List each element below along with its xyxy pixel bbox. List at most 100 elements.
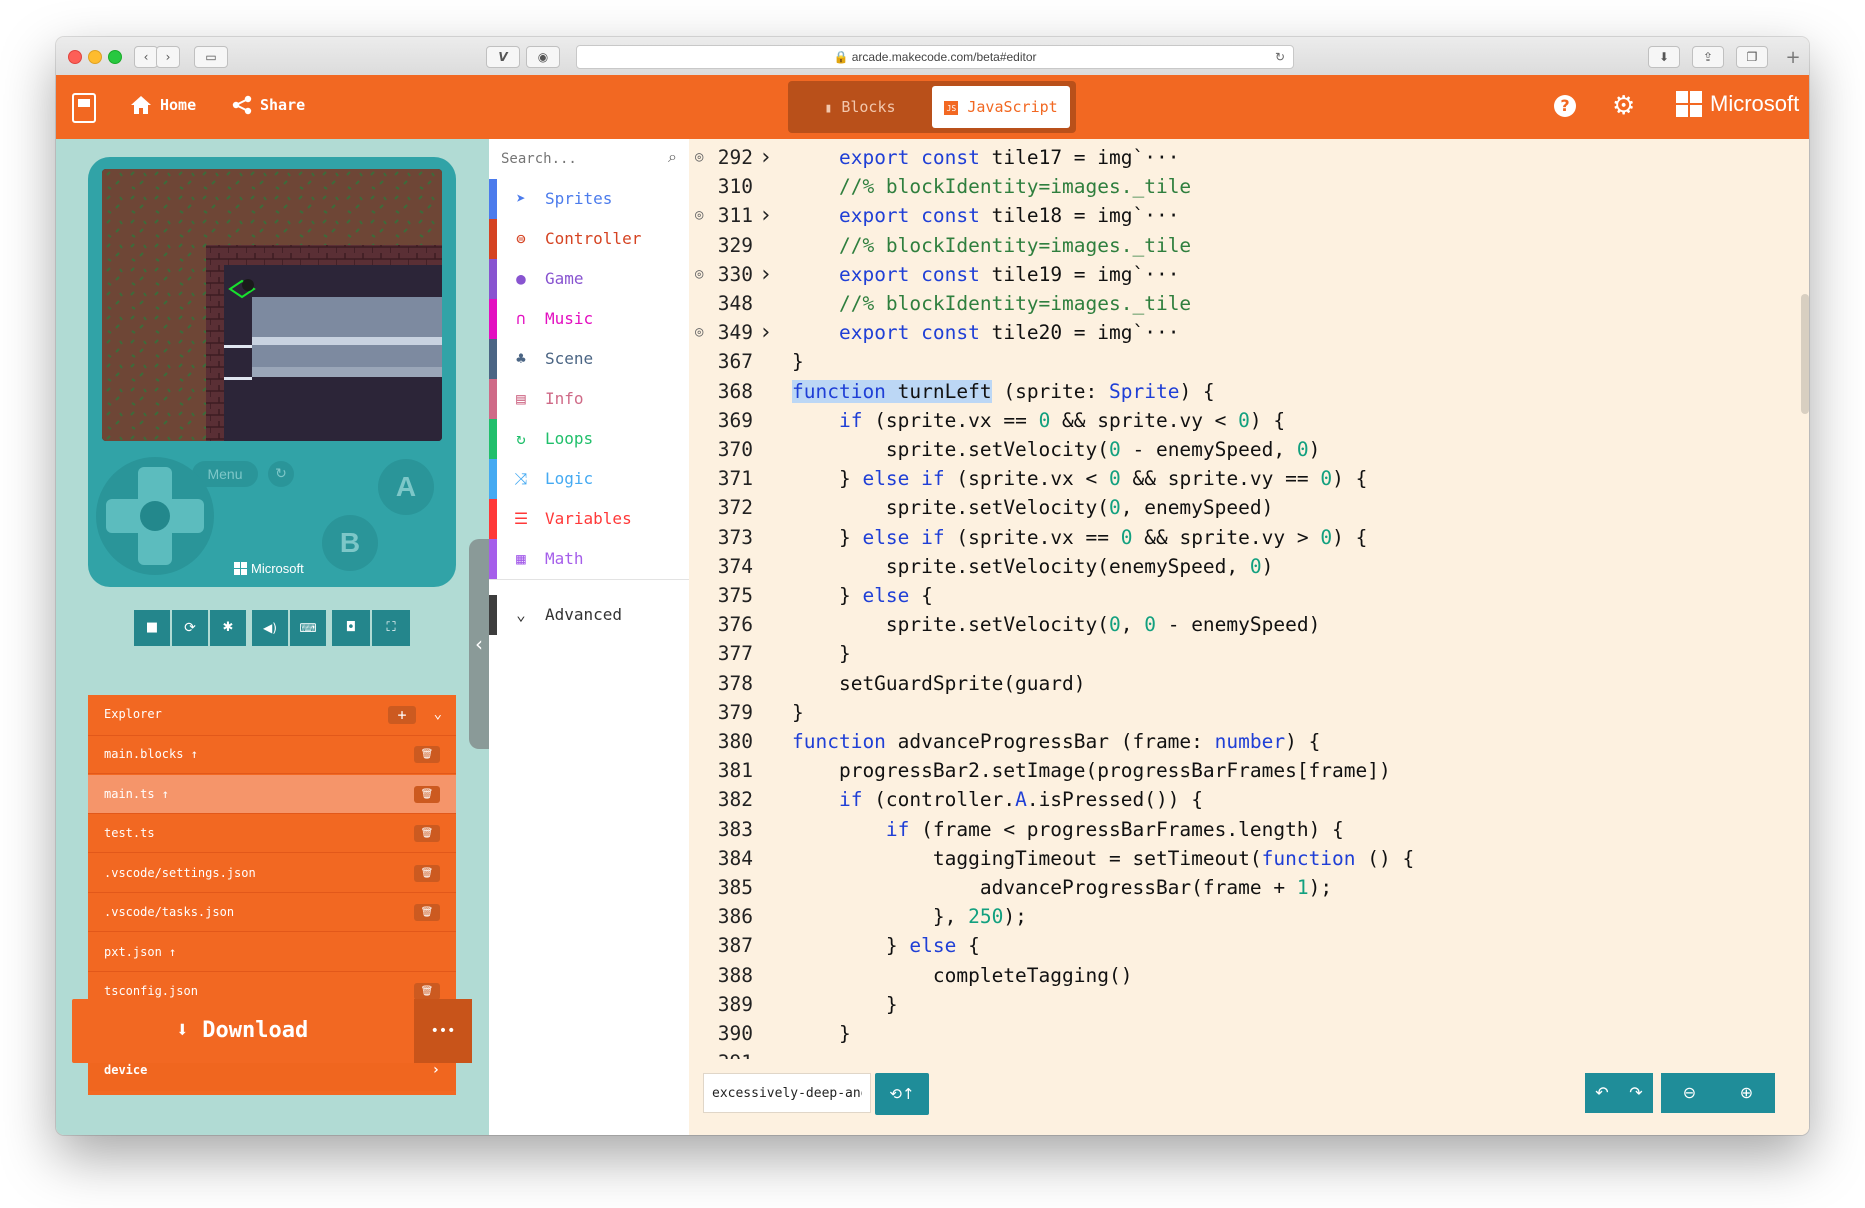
collapse-simulator-handle[interactable]: ‹ [469,539,489,749]
code-line[interactable]: 373 } else if (sprite.vx == 0 && sprite.… [689,523,1789,552]
code-line[interactable]: 329 //% blockIdentity=images._tile [689,231,1789,260]
reload-icon[interactable]: ↻ [1275,46,1285,68]
back-button[interactable]: ‹ [134,46,158,68]
toolbox-category-math[interactable]: ▦ Math [489,539,689,579]
file-item[interactable]: test.ts 🗑 [88,814,456,853]
code-line[interactable]: ◎ › 330 export const tile19 = img`··· [689,260,1789,289]
toolbox-category-variables[interactable]: ☰ Variables [489,499,689,539]
microsoft-brand[interactable]: Microsoft [1676,91,1799,117]
code-line[interactable]: 374 sprite.setVelocity(enemySpeed, 0) [689,552,1789,581]
explorer-header[interactable]: Explorer + ⌄ [88,695,456,736]
close-window-button[interactable] [68,50,82,64]
code-line[interactable]: 348 //% blockIdentity=images._tile [689,289,1789,318]
file-item[interactable]: pxt.json ↑ [88,933,456,972]
trash-icon[interactable]: 🗑 [414,983,440,1000]
code-line[interactable]: ◎ › 349 export const tile20 = img`··· [689,318,1789,347]
code-line[interactable]: 390 } [689,1019,1789,1048]
code-editor[interactable]: ◎ › 292 export const tile17 = img`··· 310 /… [689,139,1809,1059]
extension-button[interactable]: V [486,46,520,68]
new-tab-button[interactable]: + [1782,47,1804,69]
search-input[interactable] [499,145,653,173]
code-line[interactable]: 310 //% blockIdentity=images._tile [689,172,1789,201]
code-line[interactable]: 368 function turnLeft (sprite: Sprite) { [689,377,1789,406]
share-button[interactable]: Share [232,95,305,115]
code-line[interactable]: 384 taggingTimeout = setTimeout(function… [689,844,1789,873]
toolbox-search[interactable]: ⌕ [489,139,689,179]
search-icon[interactable]: ⌕ [668,147,677,167]
zoom-out-button[interactable]: ⊖ [1661,1073,1718,1113]
forward-button[interactable]: › [156,46,180,68]
fold-chevron-icon[interactable]: › [759,260,772,289]
home-button[interactable]: Home [130,95,196,115]
toolbox-category-game[interactable]: ● Game [489,259,689,299]
toolbox-category-scene[interactable]: ♣ Scene [489,339,689,379]
vertical-scrollbar[interactable] [1801,294,1809,414]
project-name-input[interactable] [703,1073,871,1113]
file-item[interactable]: main.ts ↑ 🗑 [88,774,456,814]
github-button[interactable]: ⟲↑ [875,1073,929,1115]
zoom-in-button[interactable]: ⊕ [1718,1073,1775,1113]
address-bar[interactable]: 🔒 arcade.makecode.com/beta#editor ↻ [576,45,1294,69]
arcade-logo-icon[interactable] [72,93,96,123]
code-line[interactable]: 372 sprite.setVelocity(0, enemySpeed) [689,493,1789,522]
code-line[interactable]: 378 setGuardSprite(guard) [689,669,1789,698]
toolbox-category-sprites[interactable]: ➤ Sprites [489,179,689,219]
mute-button[interactable]: ◀) [252,610,288,646]
file-item[interactable]: .vscode/settings.json 🗑 [88,854,456,893]
code-line[interactable]: 379} [689,698,1789,727]
tab-blocks[interactable]: ▮ Blocks [794,86,926,128]
code-line[interactable]: 387 } else { [689,931,1789,960]
download-button[interactable]: ⬇ Download [72,999,412,1063]
share-page-button[interactable]: ⇪ [1692,46,1724,68]
game-simulator[interactable]: Menu ↻ A B Microsoft [88,157,456,587]
code-line[interactable]: 391 [689,1048,1789,1059]
stop-button[interactable]: ■ [134,610,170,646]
code-line[interactable]: 380 function advanceProgressBar (frame: n… [689,727,1789,756]
debug-button[interactable]: ✱ [210,610,246,646]
code-line[interactable]: ◎ › 311 export const tile18 = img`··· [689,201,1789,230]
code-line[interactable]: 377 } [689,639,1789,668]
a-button[interactable]: A [378,459,434,515]
trash-icon[interactable]: 🗑 [414,825,440,842]
trash-icon[interactable]: 🗑 [414,746,440,763]
game-screen[interactable] [102,169,442,441]
code-line[interactable]: 385 advanceProgressBar(frame + 1); [689,873,1789,902]
trash-icon[interactable]: 🗑 [414,864,440,882]
trash-icon[interactable]: 🗑 [414,904,440,921]
code-line[interactable]: 371 } else if (sprite.vx < 0 && sprite.v… [689,464,1789,493]
toolbox-category-music[interactable]: ∩ Music [489,299,689,339]
code-line[interactable]: 367} [689,347,1789,376]
downloads-button[interactable]: ⬇ [1648,46,1680,68]
reset-button[interactable]: ↻ [268,461,294,487]
chevron-down-icon[interactable]: ⌄ [434,695,442,733]
fold-chevron-icon[interactable]: › [759,143,772,172]
fullscreen-button[interactable]: ⛶ [372,610,410,646]
code-line[interactable]: 389 } [689,990,1789,1019]
settings-button[interactable]: ⚙ [1612,91,1635,121]
toolbox-advanced[interactable]: ⌄ Advanced [489,595,689,635]
code-line[interactable]: 381 progressBar2.setImage(progressBarFra… [689,756,1789,785]
code-line[interactable]: 376 sprite.setVelocity(0, 0 - enemySpeed… [689,610,1789,639]
code-line[interactable]: 375 } else { [689,581,1789,610]
b-button[interactable]: B [322,515,378,571]
code-line[interactable]: ◎ › 292 export const tile17 = img`··· [689,143,1789,172]
redo-button[interactable]: ↷ [1619,1073,1653,1113]
privacy-button[interactable]: ◉ [526,46,560,68]
fold-chevron-icon[interactable]: › [759,201,772,230]
code-line[interactable]: 383 if (frame < progressBarFrames.length… [689,815,1789,844]
code-line[interactable]: 388 completeTagging() [689,961,1789,990]
dpad[interactable] [96,457,214,575]
toolbox-category-info[interactable]: ▤ Info [489,379,689,419]
code-line[interactable]: 370 sprite.setVelocity(0 - enemySpeed, 0… [689,435,1789,464]
code-line[interactable]: 386 }, 250); [689,902,1789,931]
tabs-overview-button[interactable]: ❐ [1736,46,1768,68]
toolbox-category-logic[interactable]: ⤨ Logic [489,459,689,499]
file-item[interactable]: .vscode/tasks.json 🗑 [88,893,456,932]
screenshot-button[interactable]: ◘ [332,610,370,646]
zoom-window-button[interactable] [108,50,122,64]
restart-button[interactable]: ⟳ [172,610,208,646]
toolbox-category-controller[interactable]: ⊜ Controller [489,219,689,259]
code-line[interactable]: 382 if (controller.A.isPressed()) { [689,785,1789,814]
code-line[interactable]: 369 if (sprite.vx == 0 && sprite.vy < 0)… [689,406,1789,435]
trash-icon[interactable]: 🗑 [414,785,440,803]
